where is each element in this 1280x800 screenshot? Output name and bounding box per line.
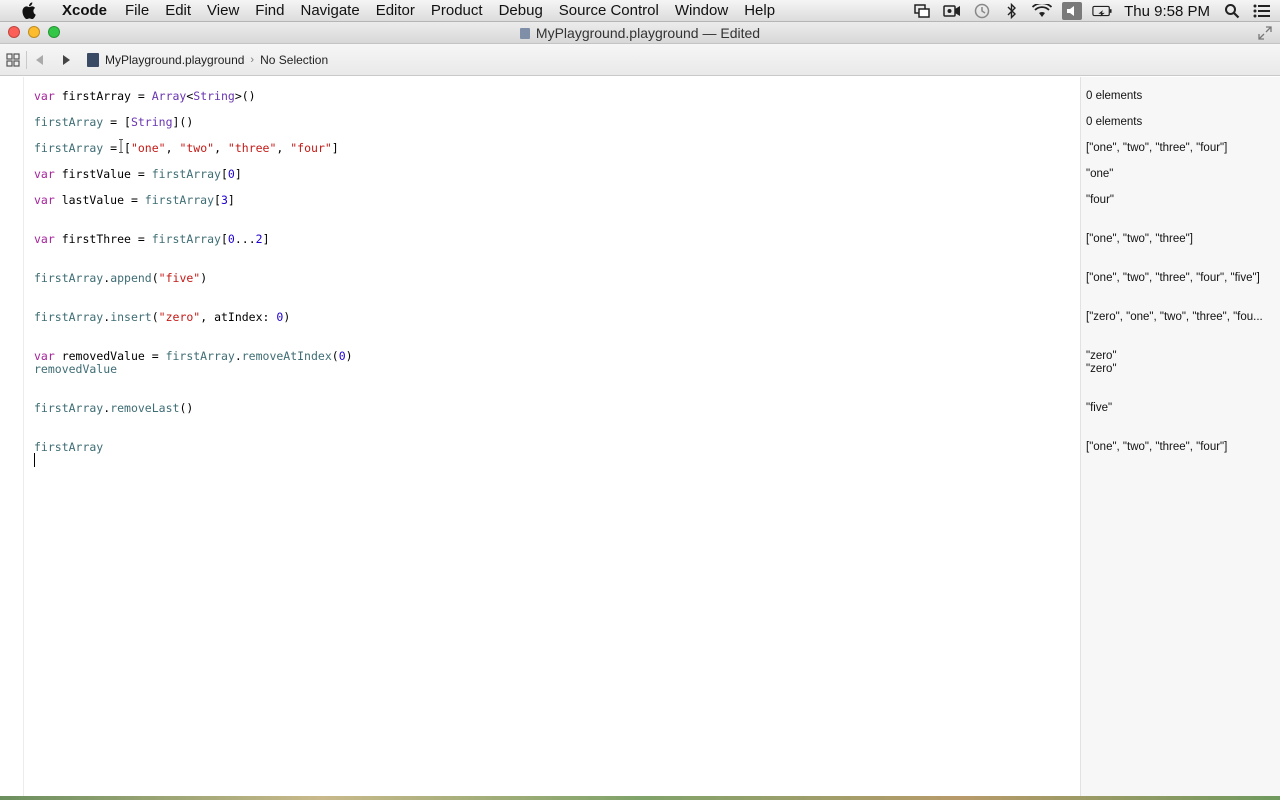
result-value[interactable]: "zero": [1086, 349, 1276, 363]
desktop-background: [0, 796, 1280, 800]
related-items-icon[interactable]: [0, 44, 26, 76]
result-value[interactable]: 0 elements: [1086, 115, 1276, 129]
code-line-1[interactable]: var firstArray = Array<String>(): [34, 89, 256, 103]
text-cursor: [34, 453, 35, 467]
code-line-4[interactable]: var firstValue = firstArray[0]: [34, 167, 242, 181]
menu-file[interactable]: File: [117, 0, 157, 22]
menu-find[interactable]: Find: [247, 0, 292, 22]
spotlight-icon[interactable]: [1222, 2, 1242, 20]
breadcrumb-file[interactable]: MyPlayground.playground: [87, 52, 245, 67]
menu-edit[interactable]: Edit: [157, 0, 199, 22]
jump-bar: MyPlayground.playground › No Selection: [0, 44, 1280, 76]
volume-icon[interactable]: [1062, 2, 1083, 20]
menu-product[interactable]: Product: [423, 0, 491, 22]
menu-navigate[interactable]: Navigate: [292, 0, 367, 22]
back-arrow-icon[interactable]: [27, 44, 53, 76]
code-line-12[interactable]: firstArray: [34, 440, 103, 454]
clock[interactable]: Thu 9:58 PM: [1122, 3, 1212, 20]
battery-icon[interactable]: [1092, 2, 1112, 20]
playground-editor[interactable]: var firstArray = Array<String>() firstAr…: [0, 77, 1280, 797]
playground-file-icon: [519, 28, 530, 39]
screen-sharing-icon[interactable]: [912, 2, 932, 20]
result-value[interactable]: ["zero", "one", "two", "three", "fou...: [1086, 310, 1276, 324]
menu-debug[interactable]: Debug: [491, 0, 551, 22]
status-area: Thu 9:58 PM: [912, 0, 1272, 22]
breadcrumb-chevron-icon: ›: [250, 53, 255, 66]
result-value[interactable]: "five": [1086, 401, 1276, 415]
gutter: [0, 77, 24, 797]
results-sidebar: [1080, 77, 1280, 797]
window-titlebar: MyPlayground.playground — Edited: [0, 22, 1280, 44]
menu-window[interactable]: Window: [667, 0, 736, 22]
window-title: MyPlayground.playground — Edited: [0, 22, 1280, 44]
apple-menu-icon[interactable]: [18, 2, 38, 20]
ibeam-cursor-icon: [119, 139, 123, 153]
code-line-6[interactable]: var firstThree = firstArray[0...2]: [34, 232, 270, 246]
playground-file-icon: [87, 52, 99, 67]
window-title-text: MyPlayground.playground — Edited: [535, 25, 761, 41]
menu-view[interactable]: View: [199, 0, 247, 22]
result-value[interactable]: 0 elements: [1086, 89, 1276, 103]
result-value[interactable]: "one": [1086, 167, 1276, 181]
wifi-icon[interactable]: [1032, 2, 1053, 20]
code-line-10[interactable]: removedValue: [34, 362, 117, 376]
camera-icon[interactable]: [942, 2, 962, 20]
code-line-9[interactable]: var removedValue = firstArray.removeAtIn…: [34, 349, 353, 363]
menu-xcode[interactable]: Xcode: [54, 0, 115, 22]
result-value[interactable]: ["one", "two", "three", "four"]: [1086, 141, 1276, 155]
bluetooth-icon[interactable]: [1002, 2, 1022, 20]
code-line-8[interactable]: firstArray.insert("zero", atIndex: 0): [34, 310, 290, 324]
result-value[interactable]: ["one", "two", "three", "four", "five"]: [1086, 271, 1276, 285]
code-line-11[interactable]: firstArray.removeLast(): [34, 401, 193, 415]
fullscreen-icon[interactable]: [1258, 26, 1272, 40]
forward-arrow-icon[interactable]: [53, 44, 79, 76]
code-line-3[interactable]: firstArray = ["one", "two", "three", "fo…: [34, 141, 339, 155]
code-line-2[interactable]: firstArray = [String](): [34, 115, 193, 129]
result-value[interactable]: "four": [1086, 193, 1276, 207]
code-line-5[interactable]: var lastValue = firstArray[3]: [34, 193, 235, 207]
breadcrumb-selection[interactable]: No Selection: [260, 53, 328, 67]
menu-bar: Xcode File Edit View Find Navigate Edito…: [0, 0, 1280, 22]
time-machine-icon[interactable]: [972, 2, 992, 20]
code-line-7[interactable]: firstArray.append("five"): [34, 271, 207, 285]
menu-source-control[interactable]: Source Control: [551, 0, 667, 22]
result-value[interactable]: "zero": [1086, 362, 1276, 376]
menu-help[interactable]: Help: [736, 0, 783, 22]
result-value[interactable]: ["one", "two", "three", "four"]: [1086, 440, 1276, 454]
menu-editor[interactable]: Editor: [368, 0, 423, 22]
notification-center-icon[interactable]: [1252, 2, 1272, 20]
breadcrumb-file-label: MyPlayground.playground: [105, 52, 245, 67]
result-value[interactable]: ["one", "two", "three"]: [1086, 232, 1276, 246]
